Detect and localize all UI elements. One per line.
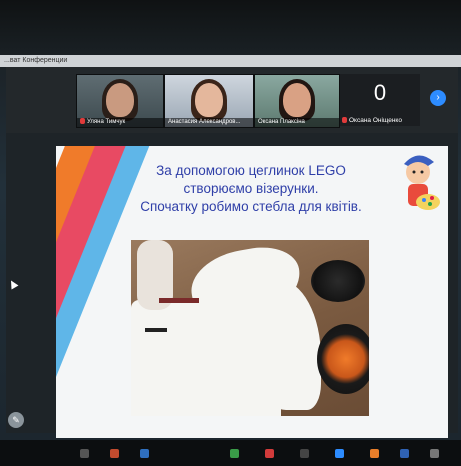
- taskbar-icon[interactable]: [400, 449, 409, 458]
- participant-tile-1[interactable]: Уляна Тимчук: [76, 74, 164, 128]
- taskbar-icon[interactable]: [430, 449, 439, 458]
- paper-shape: [251, 280, 321, 410]
- participant-face: [195, 83, 223, 117]
- plate-orange: [317, 324, 369, 394]
- lego-brick: [145, 328, 167, 332]
- taskbar-icon[interactable]: [300, 449, 309, 458]
- slide-title-line2: створюємо візерунки.: [183, 181, 319, 196]
- taskbar-icon[interactable]: [335, 449, 344, 458]
- taskbar-icon[interactable]: [370, 449, 379, 458]
- participant-tile-4[interactable]: 0 Оксана Оніщенко: [340, 74, 420, 126]
- hidden-count: 0: [373, 80, 387, 105]
- slide-photo: [131, 240, 369, 416]
- taskbar-icon[interactable]: [265, 449, 274, 458]
- pencil-icon[interactable]: ✎: [8, 412, 24, 428]
- participant-tile-3[interactable]: Оксана Плаксіна: [254, 74, 340, 128]
- taskbar-icon[interactable]: [140, 449, 149, 458]
- participant-name: Оксана Плаксіна: [255, 118, 339, 127]
- window-title: ...ват Конференции: [0, 55, 461, 67]
- cartoon-painter-image: [404, 155, 440, 210]
- chevron-right-icon[interactable]: ›: [430, 90, 446, 106]
- lego-brick: [159, 298, 199, 303]
- participant-tile-2[interactable]: Анастасия Александров...: [164, 74, 254, 128]
- slide-title-line1: За допомогою цеглинок LEGO: [156, 163, 346, 178]
- plate-dark: [311, 260, 365, 302]
- participant-name: Уляна Тимчук: [77, 118, 163, 127]
- taskbar-icon[interactable]: [80, 449, 89, 458]
- participant-name: Оксана Оніщенко: [342, 117, 402, 124]
- slide-title: За допомогою цеглинок LEGO створюємо віз…: [86, 162, 416, 216]
- mic-muted-icon: [80, 118, 85, 125]
- taskbar-icon[interactable]: [110, 449, 119, 458]
- mic-muted-icon: [342, 117, 347, 124]
- participant-face: [283, 83, 311, 117]
- slide-title-line3: Спочатку робимо стебла для квітів.: [140, 199, 362, 214]
- participant-face: [106, 83, 134, 117]
- shared-slide: За допомогою цеглинок LEGO створюємо віз…: [56, 146, 448, 438]
- participant-name: Анастасия Александров...: [165, 118, 253, 127]
- taskbar-icon[interactable]: [230, 449, 239, 458]
